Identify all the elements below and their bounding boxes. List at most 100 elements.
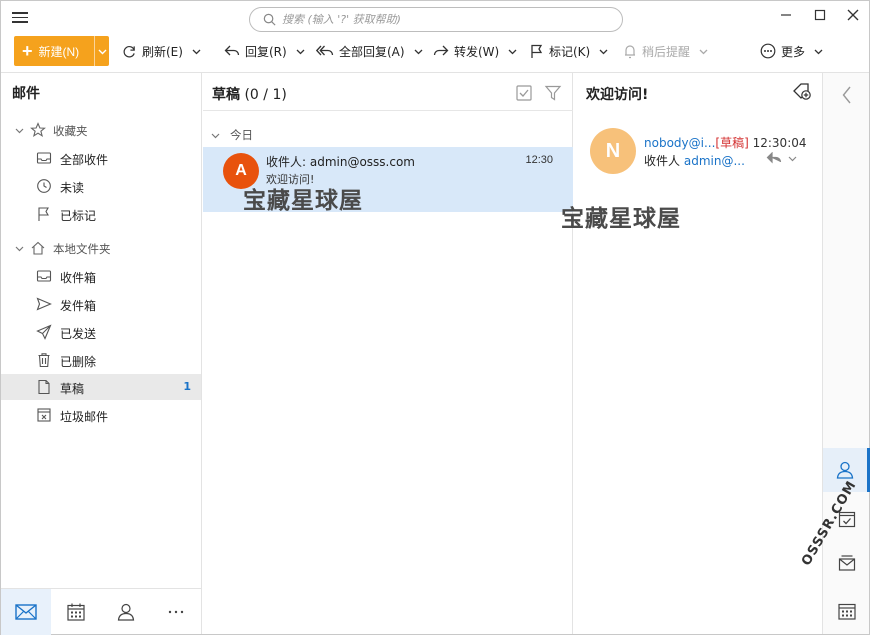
new-button-group: + 新建(N) bbox=[14, 36, 109, 66]
sidebar-item-deleted[interactable]: 已删除 bbox=[1, 347, 201, 373]
remind-later-label: 稍后提醒 bbox=[642, 44, 691, 59]
reply-all-icon bbox=[316, 45, 334, 56]
sender-avatar: A bbox=[223, 153, 259, 189]
select-all-icon[interactable] bbox=[515, 84, 533, 102]
rail-notes-button[interactable] bbox=[823, 541, 870, 585]
add-tag-icon[interactable] bbox=[792, 82, 812, 102]
mail-icon bbox=[15, 604, 37, 620]
collapse-rail-button[interactable] bbox=[823, 73, 870, 117]
outbox-icon bbox=[36, 297, 52, 311]
chevron-down-icon[interactable] bbox=[788, 154, 797, 163]
close-icon bbox=[847, 9, 859, 21]
more-icon bbox=[760, 43, 776, 59]
sidebar-item-sent[interactable]: 已发送 bbox=[1, 319, 201, 345]
calendar-module-button[interactable] bbox=[51, 589, 101, 635]
clock-icon bbox=[37, 179, 51, 193]
forward-button[interactable]: 转发(W) bbox=[433, 41, 517, 61]
chevron-down-icon bbox=[814, 49, 823, 54]
message-time: 12:30 bbox=[525, 154, 553, 166]
sidebar-item-flagged[interactable]: 已标记 bbox=[1, 201, 201, 227]
bell-icon bbox=[625, 44, 635, 58]
menu-icon[interactable] bbox=[11, 9, 29, 25]
home-icon bbox=[31, 241, 45, 255]
reply-all-button[interactable]: 全部回复(A) bbox=[316, 41, 423, 61]
chevron-left-icon bbox=[842, 86, 851, 104]
search-box[interactable] bbox=[249, 7, 623, 32]
mail-stack-icon bbox=[838, 555, 855, 571]
message-row[interactable]: A 收件人: admin@osss.com 欢迎访问! 12:30 bbox=[203, 147, 573, 212]
sidebar-item-drafts[interactable]: 草稿 1 bbox=[1, 374, 201, 400]
maximize-button[interactable] bbox=[809, 5, 831, 25]
trash-icon bbox=[38, 353, 50, 368]
search-input[interactable] bbox=[282, 11, 612, 28]
toolbar: + 新建(N) 刷新(E) 回复(R) 全部回复(A) 转发(W) 标记(K) … bbox=[1, 35, 869, 71]
plus-icon: + bbox=[22, 41, 33, 61]
star-icon bbox=[30, 122, 46, 138]
reading-pane: 欢迎访问! N nobody@i...[草稿] 12:30:04 收件人 adm… bbox=[561, 73, 822, 634]
person-icon bbox=[117, 603, 135, 621]
flag-icon bbox=[531, 44, 543, 58]
message-list-pane: 草稿 (0 / 1) 今日 A 收件人: admin@osss.com 欢迎访问… bbox=[203, 73, 573, 634]
sidebar-item-label: 草稿 bbox=[60, 382, 85, 396]
sidebar-item-junk[interactable]: 垃圾邮件 bbox=[1, 402, 201, 428]
refresh-icon bbox=[123, 45, 135, 57]
calendar-icon bbox=[67, 603, 85, 621]
flag-button[interactable]: 标记(K) bbox=[530, 41, 608, 61]
chevron-down-icon bbox=[15, 128, 24, 134]
folder-name: 草稿 bbox=[212, 87, 240, 103]
sidebar-item-inbox[interactable]: 收件箱 bbox=[1, 263, 201, 289]
more-button[interactable]: 更多 bbox=[760, 41, 823, 61]
recipient-label: 收件人 bbox=[644, 154, 681, 168]
minimize-icon bbox=[781, 14, 791, 16]
rail-calendar-button[interactable] bbox=[823, 589, 870, 633]
remind-later-button[interactable]: 稍后提醒 bbox=[623, 41, 708, 61]
local-folders-group[interactable]: 本地文件夹 bbox=[1, 235, 201, 261]
chevron-down-icon bbox=[599, 49, 608, 54]
message-actions bbox=[766, 152, 797, 164]
message-title: 欢迎访问! bbox=[586, 87, 649, 103]
sidebar-item-unread[interactable]: 未读 bbox=[1, 173, 201, 199]
chevron-down-icon bbox=[98, 49, 106, 54]
mail-app-window: + 新建(N) 刷新(E) 回复(R) 全部回复(A) 转发(W) bbox=[0, 0, 870, 635]
new-mail-label: 新建(N) bbox=[38, 44, 80, 59]
inbox-icon bbox=[36, 270, 52, 282]
sender-address[interactable]: nobody@i... bbox=[644, 136, 715, 150]
sidebar-title: 邮件 bbox=[12, 85, 40, 101]
date-group-header[interactable]: 今日 bbox=[211, 127, 253, 143]
minimize-button[interactable] bbox=[775, 5, 797, 25]
more-label: 更多 bbox=[781, 44, 806, 59]
sidebar-item-outbox[interactable]: 发件箱 bbox=[1, 291, 201, 317]
junk-icon bbox=[37, 408, 51, 422]
contacts-module-button[interactable] bbox=[101, 589, 151, 635]
mail-module-button[interactable] bbox=[1, 589, 51, 635]
calendar-icon bbox=[837, 603, 856, 620]
refresh-button[interactable]: 刷新(E) bbox=[122, 41, 201, 61]
sidebar-item-label: 已删除 bbox=[60, 355, 97, 369]
reply-button[interactable]: 回复(R) bbox=[224, 41, 305, 61]
chevron-down-icon bbox=[211, 133, 220, 138]
favorites-group[interactable]: 收藏夹 bbox=[1, 117, 201, 143]
reply-icon[interactable] bbox=[766, 152, 782, 164]
date-group-label: 今日 bbox=[230, 128, 253, 142]
person-icon bbox=[836, 461, 854, 479]
filter-icon[interactable] bbox=[544, 84, 562, 102]
sidebar-item-all-inbox[interactable]: 全部收件 bbox=[1, 145, 201, 171]
forward-label: 转发(W) bbox=[454, 44, 500, 59]
folder-sidebar: 邮件 收藏夹 全部收件 未读 已标记 本地文件夹 收件箱 发件箱 已发送 已删除… bbox=[1, 73, 202, 635]
reply-icon bbox=[224, 45, 240, 56]
close-button[interactable] bbox=[842, 5, 864, 25]
recipient-address[interactable]: admin@... bbox=[684, 154, 745, 168]
new-dropdown-button[interactable] bbox=[94, 36, 109, 66]
new-mail-button[interactable]: + 新建(N) bbox=[14, 36, 94, 66]
chevron-down-icon bbox=[192, 49, 201, 54]
sent-icon bbox=[36, 324, 52, 340]
more-modules-button[interactable] bbox=[151, 589, 201, 635]
sidebar-item-label: 已发送 bbox=[60, 327, 97, 341]
sidebar-item-label: 已标记 bbox=[60, 209, 97, 223]
flag-label: 标记(K) bbox=[549, 44, 591, 59]
folder-title: 草稿 (0 / 1) bbox=[212, 84, 287, 104]
message-list-header: 草稿 (0 / 1) bbox=[203, 73, 573, 111]
search-icon bbox=[263, 13, 276, 26]
chevron-down-icon bbox=[296, 49, 305, 54]
unread-count-badge: 1 bbox=[183, 380, 191, 393]
